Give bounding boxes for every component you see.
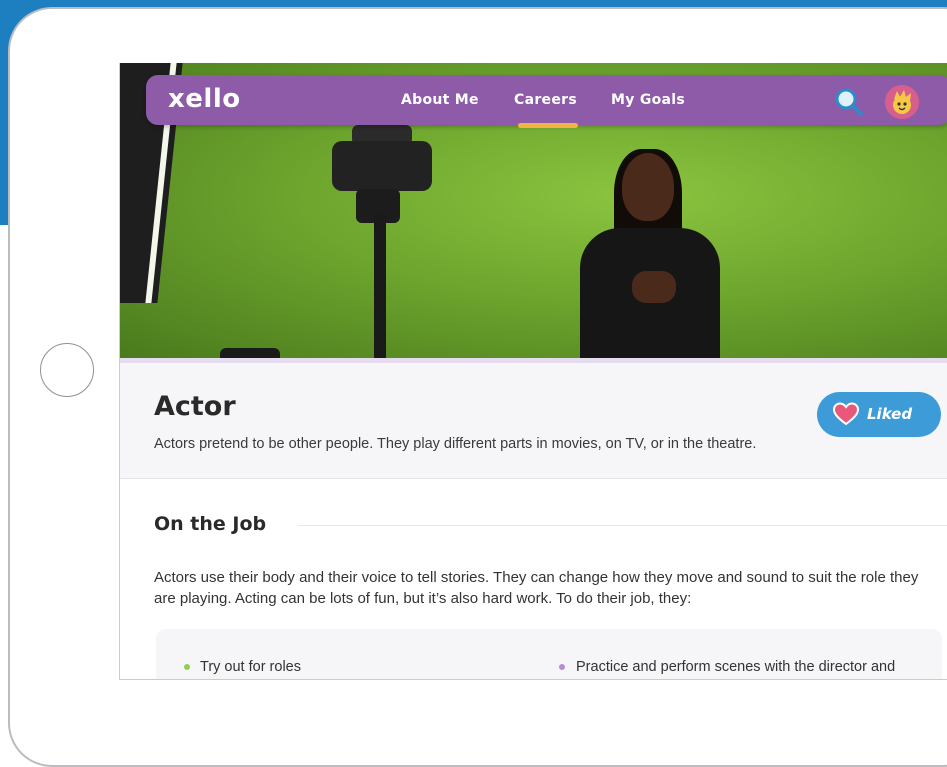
top-navbar: xello About Me Careers My Goals [146, 75, 947, 128]
tripod [374, 213, 386, 358]
video-camera [332, 141, 432, 191]
list-item: Try out for roles [200, 659, 301, 675]
nav-about-me[interactable]: About Me [401, 92, 479, 108]
liked-button[interactable]: Liked [817, 392, 941, 437]
stool [220, 348, 280, 358]
section-heading: On the Job [154, 513, 267, 535]
career-description: Actors pretend to be other people. They … [154, 436, 757, 452]
bullet-dot [559, 664, 565, 670]
search-icon[interactable] [834, 87, 864, 117]
nav-careers[interactable]: Careers [514, 92, 577, 108]
avatar-icon[interactable] [885, 85, 919, 119]
section-divider [298, 525, 947, 526]
task-list: Try out for roles Practice and perform s… [156, 629, 942, 679]
home-button[interactable] [40, 343, 94, 397]
xello-logo[interactable]: xello [168, 84, 241, 114]
actor-head [622, 153, 674, 221]
career-header: Actor Actors pretend to be other people.… [120, 363, 947, 479]
bullet-dot [184, 664, 190, 670]
on-the-job-section: On the Job Actors use their body and the… [120, 479, 947, 679]
section-body: Actors use their body and their voice to… [154, 569, 919, 607]
actor-hands [632, 271, 676, 303]
page-title: Actor [154, 391, 236, 422]
nav-my-goals[interactable]: My Goals [611, 92, 685, 108]
app-screen: xello About Me Careers My Goals Actor Ac… [119, 63, 947, 680]
list-item: Practice and perform scenes with the dir… [576, 659, 896, 675]
nav-active-indicator [518, 123, 578, 128]
heart-icon [832, 402, 860, 431]
liked-label: Liked [867, 405, 913, 423]
